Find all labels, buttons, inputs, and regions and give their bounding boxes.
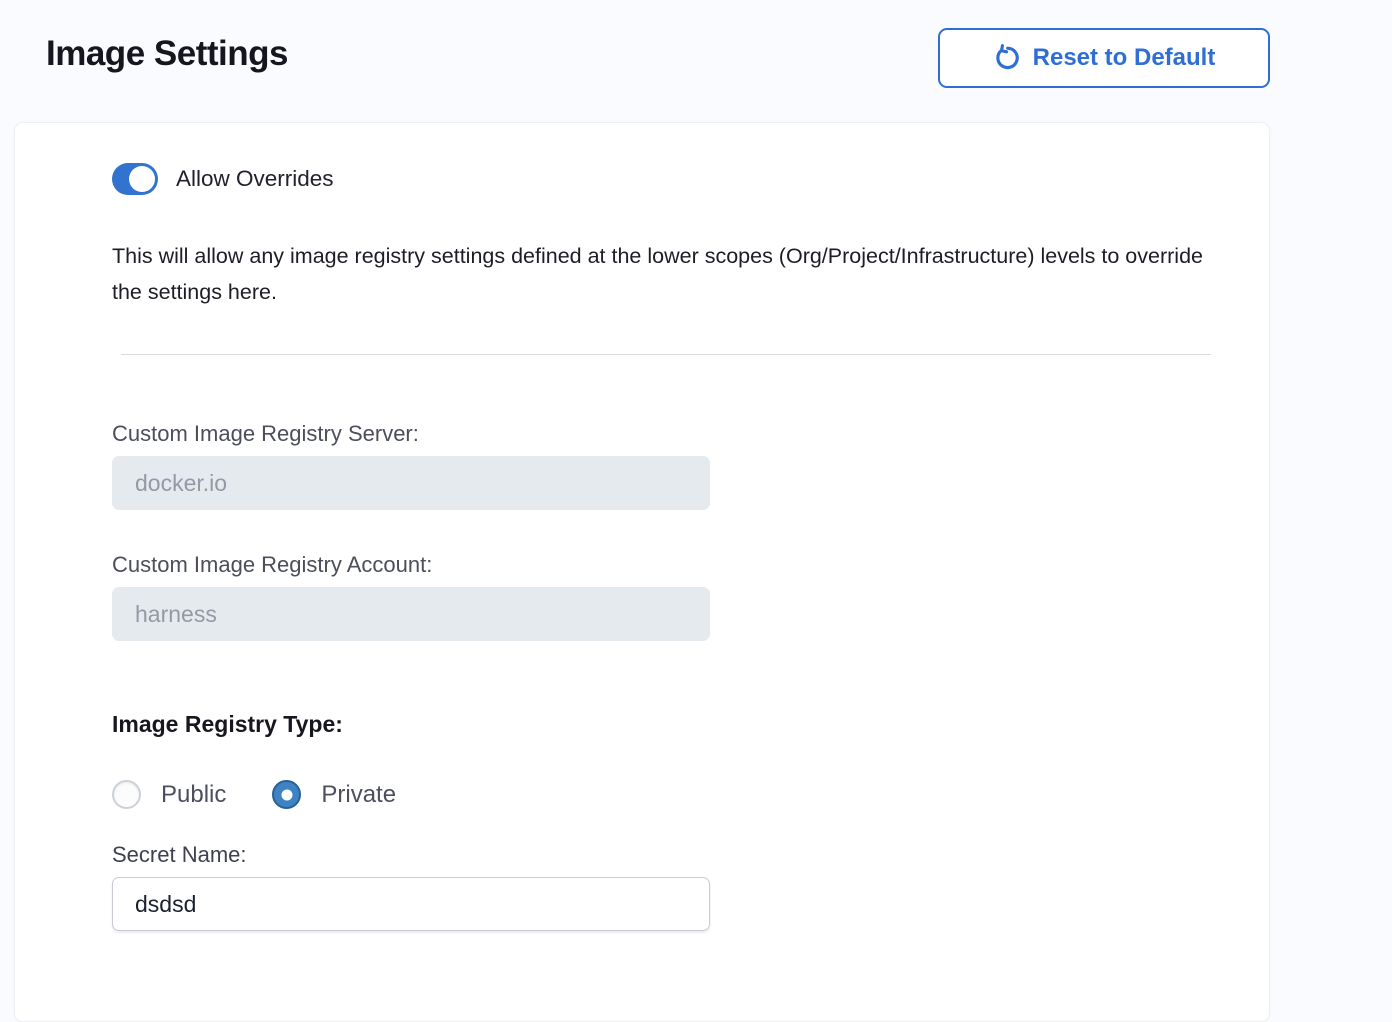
allow-overrides-toggle[interactable] [112, 163, 158, 195]
registry-server-label: Custom Image Registry Server: [112, 421, 1233, 447]
section-divider [121, 354, 1211, 355]
secret-name-label: Secret Name: [112, 842, 1233, 868]
page-title: Image Settings [46, 34, 288, 74]
allow-overrides-row: Allow Overrides [112, 163, 1233, 195]
registry-account-input[interactable] [112, 587, 710, 641]
reset-icon [993, 44, 1021, 72]
secret-name-input[interactable] [112, 877, 710, 931]
radio-option-private[interactable]: Private [272, 780, 396, 809]
settings-card: Allow Overrides This will allow any imag… [14, 122, 1270, 1022]
radio-private-label: Private [321, 781, 396, 809]
registry-type-heading: Image Registry Type: [112, 711, 1233, 738]
radio-private-icon[interactable] [272, 780, 301, 809]
allow-overrides-label: Allow Overrides [176, 166, 334, 192]
overrides-description: This will allow any image registry setti… [112, 238, 1224, 310]
reset-button-label: Reset to Default [1033, 44, 1216, 72]
registry-type-radio-group: Public Private [112, 780, 1233, 809]
registry-account-label: Custom Image Registry Account: [112, 552, 1233, 578]
image-settings-page: Image Settings Reset to Default Allow Ov… [0, 0, 1392, 991]
registry-server-input[interactable] [112, 456, 710, 510]
radio-public-icon[interactable] [112, 780, 141, 809]
reset-to-default-button[interactable]: Reset to Default [938, 28, 1270, 88]
radio-public-label: Public [161, 781, 226, 809]
toggle-knob [129, 166, 155, 192]
radio-option-public[interactable]: Public [112, 780, 226, 809]
